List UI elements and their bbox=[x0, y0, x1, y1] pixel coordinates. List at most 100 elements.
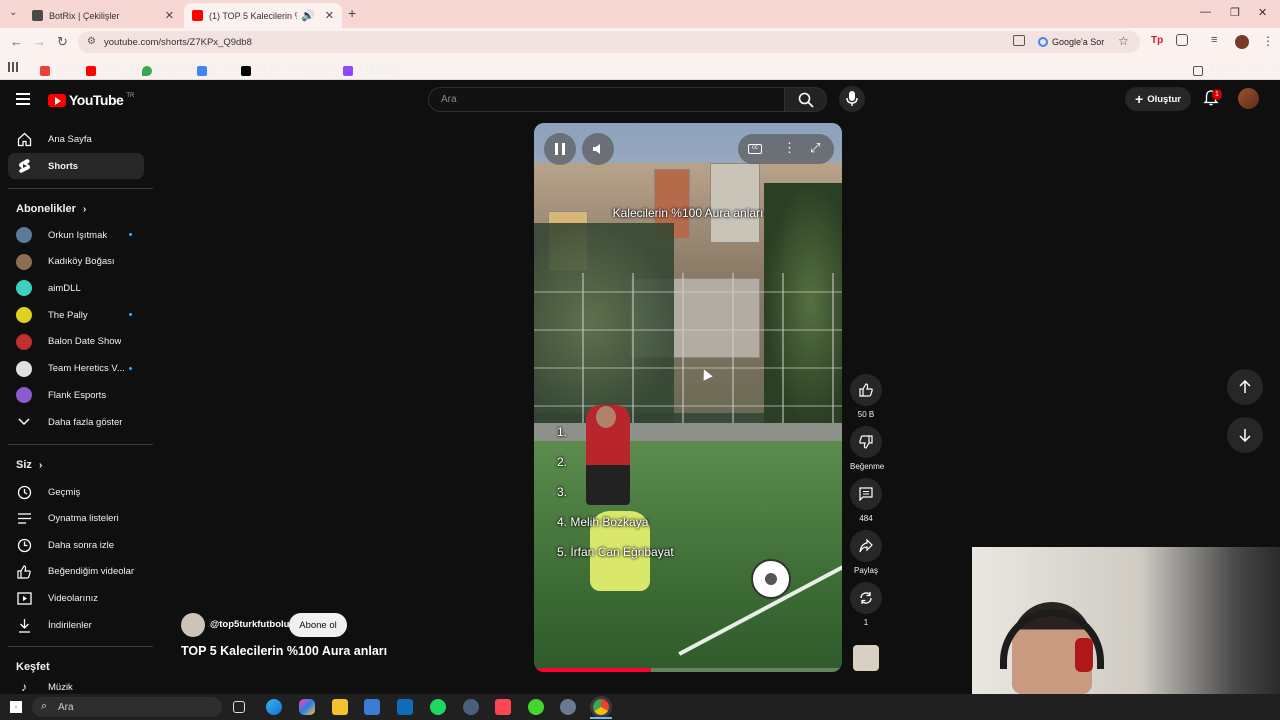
sidebar-subscription-item[interactable]: Balon Date Show bbox=[8, 329, 144, 355]
like-action[interactable]: 50 B bbox=[850, 374, 882, 419]
subscribe-button[interactable]: Abone ol bbox=[289, 613, 347, 637]
share-action[interactable]: Paylaş bbox=[850, 530, 882, 575]
shorts-video-player[interactable]: Kalecilerin %100 Aura anları 1. 2. 3. 4.… bbox=[534, 123, 842, 672]
spotify-icon[interactable] bbox=[430, 699, 446, 715]
remix-button[interactable] bbox=[850, 582, 882, 614]
rank-line: 5. İrfan Can Eğribayat bbox=[557, 545, 674, 559]
sidebar-item-shorts[interactable]: Shorts bbox=[8, 153, 144, 179]
sidebar-item-history[interactable]: Geçmiş bbox=[8, 479, 144, 505]
you-heading[interactable]: Siz › bbox=[16, 459, 42, 471]
comment-action[interactable]: 484 bbox=[850, 478, 882, 523]
next-short-button[interactable] bbox=[1227, 417, 1263, 453]
sidebar-subscription-item[interactable]: Flank Esports bbox=[8, 382, 144, 408]
sidebar-item-video[interactable]: Videolarınız bbox=[8, 585, 144, 611]
razer-icon[interactable] bbox=[528, 699, 544, 715]
sidebar-subscription-item[interactable]: Kadıköy Boğası bbox=[8, 249, 144, 275]
voice-search-button[interactable] bbox=[839, 86, 865, 112]
store-icon[interactable] bbox=[364, 699, 380, 715]
sidebar-subscription-item[interactable]: Orkun Işıtmak bbox=[8, 222, 144, 248]
arrow-down-icon bbox=[1239, 429, 1251, 442]
extension-tp-icon[interactable]: Tp bbox=[1151, 35, 1163, 46]
new-tab-button[interactable]: + bbox=[348, 5, 356, 21]
captions-icon[interactable]: cc bbox=[748, 144, 762, 154]
sidebar-item-clock[interactable]: Daha sonra izle bbox=[8, 532, 144, 558]
sidebar-item-music[interactable]: ♪ Müzik bbox=[8, 679, 144, 695]
share-button[interactable] bbox=[850, 530, 882, 562]
task-view-icon[interactable] bbox=[233, 701, 245, 713]
show-more-button[interactable]: Daha fazla göster bbox=[8, 409, 144, 435]
close-tab-icon[interactable]: ✕ bbox=[165, 9, 174, 22]
comment-button[interactable] bbox=[850, 478, 882, 510]
copilot-icon[interactable] bbox=[299, 699, 315, 715]
edge-icon[interactable] bbox=[266, 699, 282, 715]
address-bar[interactable]: ⚙ youtube.com/shorts/Z7KPx_Q9db8 bbox=[78, 31, 1140, 53]
chrome-icon[interactable] bbox=[593, 699, 609, 715]
sidebar-item-playlist[interactable]: Oynatma listeleri bbox=[8, 506, 144, 532]
outlook-icon[interactable] bbox=[397, 699, 413, 715]
close-window-icon[interactable]: ✕ bbox=[1258, 6, 1267, 19]
browser-menu-icon[interactable]: ⋮ bbox=[1262, 34, 1274, 48]
channel-handle[interactable]: @top5turkfutbolu bbox=[210, 619, 289, 630]
sidebar-subscription-item[interactable]: The Pally bbox=[8, 302, 144, 328]
search-input[interactable]: Ara bbox=[428, 87, 785, 112]
steam-icon[interactable] bbox=[463, 699, 479, 715]
bookmark-twitch[interactable]: Twitch bbox=[343, 62, 402, 80]
all-bookmarks[interactable]: Tüm Yer İşaretleri bbox=[1193, 62, 1280, 80]
like-button[interactable] bbox=[850, 374, 882, 406]
search-button[interactable] bbox=[785, 87, 827, 112]
tab-list-chevron-icon[interactable]: ⌄ bbox=[9, 7, 17, 18]
close-tab-icon[interactable]: ✕ bbox=[325, 9, 334, 22]
subscriptions-heading[interactable]: Abonelikler › bbox=[16, 203, 86, 215]
apps-grid-icon[interactable] bbox=[8, 62, 18, 72]
taskbar-search[interactable]: ⌕ Ara bbox=[32, 697, 222, 717]
video-progress-fill bbox=[534, 668, 652, 672]
tab-youtube-short[interactable]: (1) TOP 5 Kalecilerin %100 A 🔊 ✕ bbox=[184, 3, 342, 28]
sidebar-item-home[interactable]: Ana Sayfa bbox=[8, 126, 144, 152]
sidebar-item-label: Geçmiş bbox=[48, 486, 81, 498]
account-avatar[interactable] bbox=[1238, 88, 1259, 109]
audio-icon[interactable]: 🔊 bbox=[301, 9, 315, 22]
valorant-icon[interactable] bbox=[495, 699, 511, 715]
all-bookmarks-label: Tüm Yer İşaretleri bbox=[1207, 62, 1280, 79]
menu-hamburger-icon[interactable] bbox=[16, 93, 30, 105]
remix-action[interactable]: 1 bbox=[850, 582, 882, 627]
dislike-button[interactable] bbox=[850, 426, 882, 458]
minimize-icon[interactable]: — bbox=[1200, 6, 1211, 18]
pause-icon bbox=[555, 143, 565, 155]
search-icon bbox=[798, 92, 814, 108]
install-app-icon[interactable] bbox=[1013, 35, 1025, 46]
sidebar-item-download[interactable]: İndirilenler bbox=[8, 612, 144, 638]
tab-botrix[interactable]: BotRix | Çekilişler ✕ bbox=[24, 3, 182, 28]
dislike-action[interactable]: Beğenme bbox=[850, 426, 884, 471]
short-title[interactable]: TOP 5 Kalecilerin %100 Aura anları bbox=[181, 644, 387, 658]
restore-icon[interactable]: ❐ bbox=[1230, 6, 1240, 19]
bookmark-star-icon[interactable]: ☆ bbox=[1118, 34, 1129, 48]
create-button[interactable]: + Oluştur bbox=[1125, 87, 1191, 111]
google-lens-button[interactable]: Google'a Sor bbox=[1038, 33, 1104, 51]
microphone-icon bbox=[846, 91, 858, 106]
google-icon bbox=[1038, 37, 1048, 47]
obs-icon[interactable] bbox=[560, 699, 576, 715]
pause-button[interactable] bbox=[544, 133, 576, 165]
subscription-avatar bbox=[16, 227, 32, 243]
sidebar-subscription-item[interactable]: Team Heretics V... bbox=[8, 356, 144, 382]
back-icon[interactable]: ← bbox=[10, 34, 23, 49]
fullscreen-icon[interactable]: ⤢ bbox=[810, 140, 820, 156]
forward-icon[interactable]: → bbox=[33, 34, 46, 49]
youtube-logo[interactable]: YouTube TR bbox=[48, 92, 134, 108]
windows-start-icon[interactable] bbox=[10, 701, 22, 713]
site-info-icon[interactable]: ⚙ bbox=[87, 36, 96, 47]
video-progress-bar[interactable] bbox=[534, 668, 842, 672]
sidebar-item-like[interactable]: Beğendiğim videolar bbox=[8, 559, 144, 585]
volume-button[interactable] bbox=[582, 133, 614, 165]
extensions-puzzle-icon[interactable] bbox=[1176, 34, 1188, 46]
sidebar-subscription-item[interactable]: aimDLL bbox=[8, 275, 144, 301]
reload-icon[interactable]: ↻ bbox=[57, 34, 68, 50]
file-explorer-icon[interactable] bbox=[332, 699, 348, 715]
media-control-icon[interactable]: ≡ bbox=[1211, 34, 1217, 46]
channel-avatar[interactable] bbox=[181, 613, 205, 637]
previous-short-button[interactable] bbox=[1227, 369, 1263, 405]
more-options-icon[interactable]: ⋮ bbox=[783, 140, 796, 156]
profile-avatar-icon[interactable] bbox=[1235, 35, 1249, 49]
sound-source-thumbnail[interactable] bbox=[853, 645, 879, 671]
